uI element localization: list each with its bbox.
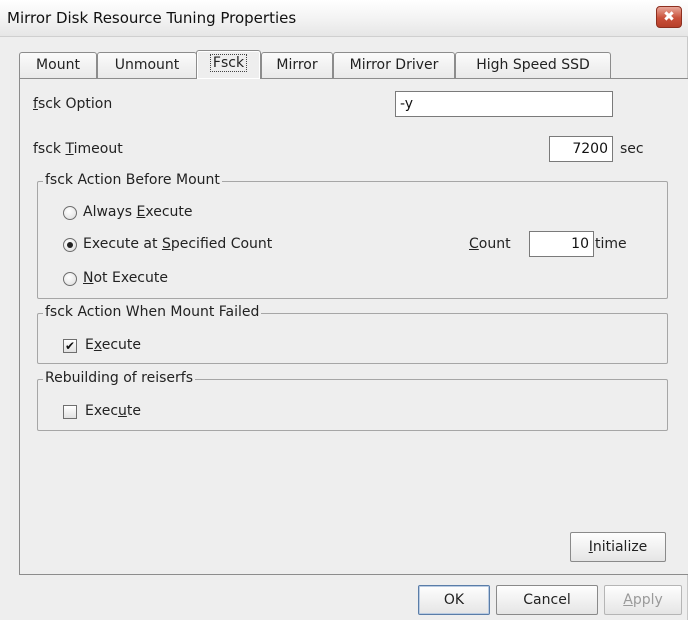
dialog-window: Mirror Disk Resource Tuning Properties ✖…: [0, 0, 688, 620]
tab-high-speed-ssd[interactable]: High Speed SSD: [455, 52, 611, 78]
close-button[interactable]: ✖: [656, 6, 682, 28]
execute-on-failure-label[interactable]: Execute: [85, 337, 141, 353]
tab-mount[interactable]: Mount: [19, 52, 97, 78]
tab-label: Mount: [36, 57, 80, 73]
tab-fsck[interactable]: Fsck: [196, 50, 261, 79]
tab-label: Mirror: [276, 57, 318, 73]
count-unit-label: time: [595, 236, 627, 252]
fsck-timeout-label: fsck Timeout: [33, 141, 123, 157]
execute-on-failure-checkbox[interactable]: ✔: [63, 339, 77, 353]
title-bar[interactable]: Mirror Disk Resource Tuning Properties ✖: [0, 0, 688, 37]
execute-specified-count-label[interactable]: Execute at Specified Count: [83, 236, 272, 252]
close-icon: ✖: [663, 9, 675, 25]
tab-unmount[interactable]: Unmount: [97, 52, 197, 78]
not-execute-label[interactable]: Not Execute: [83, 270, 168, 286]
reiserfs-group-title: Rebuilding of reiserfs: [43, 370, 196, 386]
apply-button[interactable]: Apply: [604, 585, 682, 615]
before-mount-group: fsck Action Before Mount Always Execute …: [37, 172, 668, 299]
tab-mirror-driver[interactable]: Mirror Driver: [333, 52, 455, 78]
reiserfs-execute-checkbox[interactable]: [63, 405, 77, 419]
count-input[interactable]: 10: [529, 231, 594, 257]
initialize-button[interactable]: Initialize: [570, 532, 666, 562]
check-icon: ✔: [64, 339, 76, 353]
tab-mirror[interactable]: Mirror: [261, 52, 333, 78]
tab-label: Mirror Driver: [349, 57, 439, 73]
when-mount-failed-group-title: fsck Action When Mount Failed: [43, 304, 262, 320]
count-label: Count: [469, 236, 511, 252]
tab-label: Fsck: [209, 54, 248, 72]
reiserfs-execute-label[interactable]: Execute: [85, 403, 141, 419]
fsck-timeout-input[interactable]: 7200: [549, 136, 613, 162]
before-mount-group-title: fsck Action Before Mount: [43, 172, 222, 188]
tab-label: Unmount: [114, 57, 180, 73]
fsck-option-input[interactable]: -y: [395, 91, 613, 117]
ok-button[interactable]: OK: [418, 585, 490, 615]
when-mount-failed-group: fsck Action When Mount Failed ✔ Execute: [37, 304, 668, 364]
window-title: Mirror Disk Resource Tuning Properties: [7, 9, 297, 27]
cancel-button[interactable]: Cancel: [496, 585, 598, 615]
execute-specified-count-radio[interactable]: [63, 238, 77, 252]
reiserfs-group: Rebuilding of reiserfs Execute: [37, 370, 668, 431]
fsck-option-label: fsck Option: [33, 96, 113, 112]
tab-label: High Speed SSD: [476, 57, 590, 73]
timeout-unit-label: sec: [620, 141, 644, 157]
not-execute-radio[interactable]: [63, 272, 77, 286]
always-execute-radio[interactable]: [63, 206, 77, 220]
always-execute-label[interactable]: Always Execute: [83, 204, 193, 220]
fsck-tab-panel: fsck Option -y fsck Timeout 7200 sec fsc…: [19, 78, 688, 575]
